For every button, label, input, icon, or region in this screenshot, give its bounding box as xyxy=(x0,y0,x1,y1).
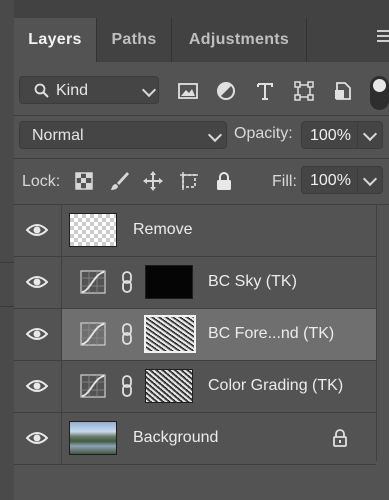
filter-kind-label: Kind xyxy=(56,82,89,99)
curves-adjustment-icon[interactable] xyxy=(80,322,106,346)
mask-link-icon[interactable] xyxy=(121,271,133,293)
lock-image-pixels-icon[interactable] xyxy=(108,170,130,192)
type-filter-icon[interactable] xyxy=(254,80,276,102)
chevron-down-icon xyxy=(362,126,378,142)
layer-mask-thumbnail[interactable] xyxy=(145,265,193,299)
lock-position-icon[interactable] xyxy=(142,170,164,192)
blend-mode-select[interactable]: Normal xyxy=(19,121,227,149)
layer-name[interactable]: Color Grading (TK) xyxy=(208,377,343,395)
mask-link-icon[interactable] xyxy=(121,323,133,345)
fill-label: Fill: xyxy=(272,173,297,190)
panel-menu-icon[interactable] xyxy=(377,30,389,46)
search-icon xyxy=(34,83,49,98)
layer-thumbnail xyxy=(69,421,117,455)
layer-lock-icon xyxy=(333,429,347,447)
tab-adjustments[interactable]: Adjustments xyxy=(172,18,306,62)
visibility-eye-icon[interactable] xyxy=(26,326,48,342)
fill-dropdown[interactable] xyxy=(357,167,382,193)
layer-row-bc-sky[interactable]: BC Sky (TK) xyxy=(14,257,376,309)
tab-paths[interactable]: Paths xyxy=(97,18,171,62)
chevron-down-icon xyxy=(362,171,378,187)
layer-name[interactable]: BC Sky (TK) xyxy=(208,273,297,291)
layers-panel: Layers Paths Adjustments Kind Normal Opa… xyxy=(14,0,389,500)
visibility-eye-icon[interactable] xyxy=(26,274,48,290)
layer-name[interactable]: Remove xyxy=(133,221,193,239)
fill-field[interactable]: 100% xyxy=(301,166,383,194)
filter-kind-select[interactable]: Kind xyxy=(19,76,159,104)
layer-row-color-grading[interactable]: Color Grading (TK) xyxy=(14,361,376,413)
curves-adjustment-icon[interactable] xyxy=(80,374,106,398)
fill-value: 100% xyxy=(310,172,351,189)
opacity-dropdown[interactable] xyxy=(357,122,382,148)
opacity-label: Opacity: xyxy=(234,125,293,142)
layer-row-background[interactable]: Background xyxy=(14,413,376,465)
visibility-eye-icon[interactable] xyxy=(26,222,48,238)
left-edge xyxy=(0,0,14,500)
opacity-field[interactable]: 100% xyxy=(301,121,383,149)
blend-mode-value: Normal xyxy=(32,127,84,144)
opacity-value: 100% xyxy=(310,127,351,144)
layers-scrollbar[interactable] xyxy=(376,205,389,461)
layer-name[interactable]: Background xyxy=(133,429,218,447)
lock-artboard-icon[interactable] xyxy=(178,170,200,192)
chevron-down-icon xyxy=(207,127,223,143)
tab-layers[interactable]: Layers xyxy=(14,18,96,62)
chevron-down-icon xyxy=(141,82,157,98)
layer-thumbnail xyxy=(69,213,117,247)
visibility-eye-icon[interactable] xyxy=(26,378,48,394)
layer-mask-thumbnail[interactable] xyxy=(144,315,196,353)
layer-row-remove[interactable]: Remove xyxy=(14,205,376,257)
layer-mask-thumbnail[interactable] xyxy=(145,369,193,403)
shape-filter-icon[interactable] xyxy=(293,80,315,102)
adjustment-filter-icon[interactable] xyxy=(215,80,237,102)
lock-all-icon[interactable] xyxy=(213,170,235,192)
visibility-eye-icon[interactable] xyxy=(26,430,48,446)
image-filter-icon[interactable] xyxy=(177,80,199,102)
layer-name[interactable]: BC Fore...nd (TK) xyxy=(208,325,334,343)
lock-transparent-pixels-icon[interactable] xyxy=(73,170,95,192)
mask-link-icon[interactable] xyxy=(121,375,133,397)
smart-object-filter-icon[interactable] xyxy=(332,80,354,102)
panel-tab-bar: Layers Paths Adjustments xyxy=(14,0,389,62)
lock-label: Lock: xyxy=(22,173,61,190)
layer-row-bc-foreground[interactable]: BC Fore...nd (TK) xyxy=(14,309,376,361)
filter-toggle[interactable] xyxy=(370,76,389,110)
curves-adjustment-icon[interactable] xyxy=(80,270,106,294)
